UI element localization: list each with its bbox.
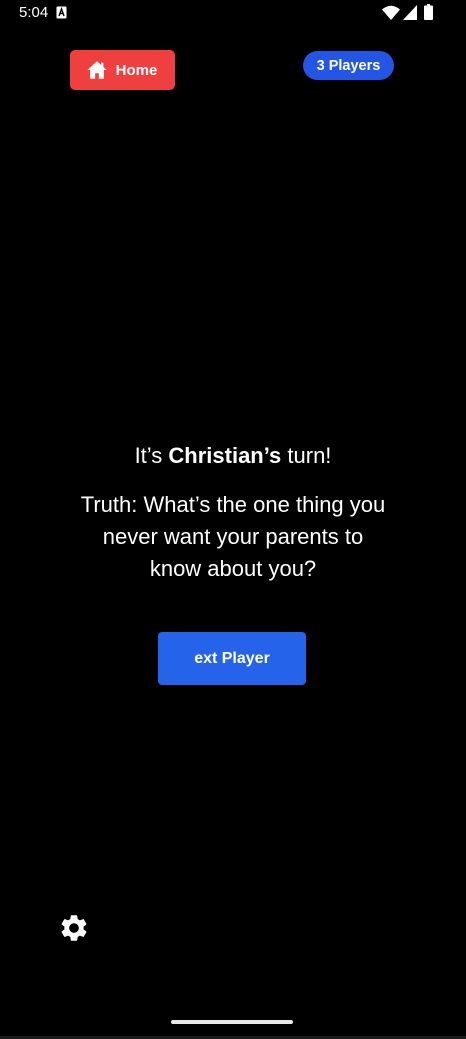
wifi-icon: [382, 5, 400, 20]
home-button[interactable]: Home: [70, 50, 175, 90]
game-screen: 5:04 Home 3 Players It’s Christian’s tur…: [0, 0, 466, 1039]
signal-icon: [403, 5, 417, 20]
navigation-handle[interactable]: [171, 1020, 293, 1024]
status-time: 5:04: [19, 4, 49, 21]
gear-icon[interactable]: [58, 912, 90, 944]
next-player-button[interactable]: ext Player: [158, 632, 306, 685]
player-name: Christian’s: [168, 443, 282, 468]
turn-indicator: It’s Christian’s turn!: [0, 443, 466, 469]
status-bar: 5:04: [0, 0, 466, 26]
turn-suffix: turn!: [281, 443, 332, 468]
question-text: Truth: What’s the one thing you never wa…: [80, 492, 386, 581]
turn-prefix: It’s: [134, 443, 169, 468]
home-label: Home: [115, 61, 158, 79]
notification-icon: [56, 6, 67, 19]
players-count-badge[interactable]: 3 Players: [303, 51, 394, 80]
battery-icon: [424, 4, 433, 20]
home-icon: [87, 61, 107, 79]
